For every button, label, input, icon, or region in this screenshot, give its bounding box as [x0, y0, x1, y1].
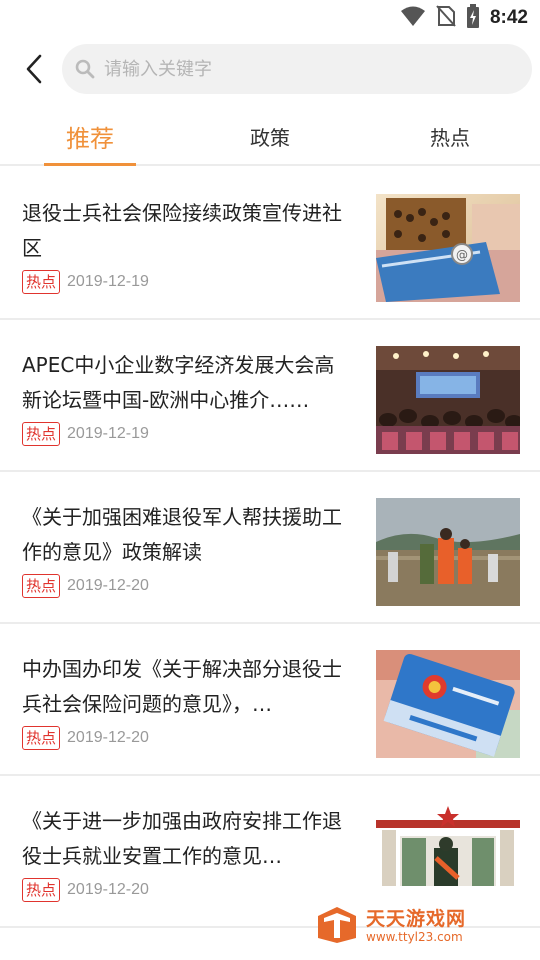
news-title: 《关于加强困难退役军人帮扶援助工作的意见》政策解读 [22, 505, 342, 564]
news-thumbnail [376, 346, 520, 454]
watermark: 天天游戏网 www.ttyl23.com [314, 904, 514, 948]
news-item[interactable]: 退役士兵社会保险接续政策宣传进社区 热点 2019-12-19 @ [0, 168, 540, 320]
news-title: 中办国办印发《关于解决部分退役士兵社会保险问题的意见》，… [22, 657, 342, 716]
watermark-title: 天天游戏网 [366, 908, 467, 930]
hot-badge: 热点 [22, 574, 61, 598]
back-arrow-icon [26, 54, 42, 84]
tab-recommended[interactable]: 推荐 [44, 108, 136, 164]
news-thumbnail [376, 498, 520, 606]
news-date: 2019-12-20 [67, 729, 149, 746]
wifi-icon [400, 5, 426, 31]
hot-badge: 热点 [22, 270, 61, 294]
battery-charging-icon [466, 4, 480, 32]
news-item[interactable]: APEC中小企业数字经济发展大会高新论坛暨中国-欧洲中心推介…… 热点 2019… [0, 320, 540, 472]
back-button[interactable] [16, 50, 52, 88]
tab-bar: 推荐 政策 热点 [0, 108, 540, 166]
news-list: 退役士兵社会保险接续政策宣传进社区 热点 2019-12-19 @ APEC中小… [0, 168, 540, 928]
search-input[interactable] [104, 58, 504, 80]
news-date: 2019-12-19 [67, 273, 149, 290]
news-thumbnail [376, 650, 520, 758]
hot-badge: 热点 [22, 726, 61, 750]
search-box[interactable] [62, 44, 532, 94]
news-title: 退役士兵社会保险接续政策宣传进社区 [22, 201, 342, 260]
status-bar: 8:42 [0, 0, 540, 36]
news-item[interactable]: 中办国办印发《关于解决部分退役士兵社会保险问题的意见》，… 热点 2019-12… [0, 624, 540, 776]
watermark-url: www.ttyl23.com [366, 930, 463, 944]
svg-text:@: @ [456, 248, 468, 262]
news-title: 《关于进一步加强由政府安排工作退役士兵就业安置工作的意见… [22, 809, 342, 868]
hot-badge: 热点 [22, 422, 61, 446]
news-title: APEC中小企业数字经济发展大会高新论坛暨中国-欧洲中心推介…… [22, 353, 335, 412]
news-thumbnail: @ [376, 194, 520, 302]
status-time: 8:42 [489, 7, 528, 28]
news-item[interactable]: 《关于加强困难退役军人帮扶援助工作的意见》政策解读 热点 2019-12-20 [0, 472, 540, 624]
news-date: 2019-12-20 [67, 577, 149, 594]
tab-policy[interactable]: 政策 [224, 108, 316, 164]
no-sim-icon [436, 5, 456, 31]
hot-badge: 热点 [22, 878, 61, 902]
tab-hot[interactable]: 热点 [404, 108, 496, 164]
news-date: 2019-12-19 [67, 425, 149, 442]
news-thumbnail [376, 802, 520, 886]
tab-indicator [44, 163, 136, 166]
watermark-logo-icon [314, 904, 360, 948]
search-row [0, 44, 540, 94]
search-icon [74, 58, 96, 80]
news-date: 2019-12-20 [67, 881, 149, 898]
